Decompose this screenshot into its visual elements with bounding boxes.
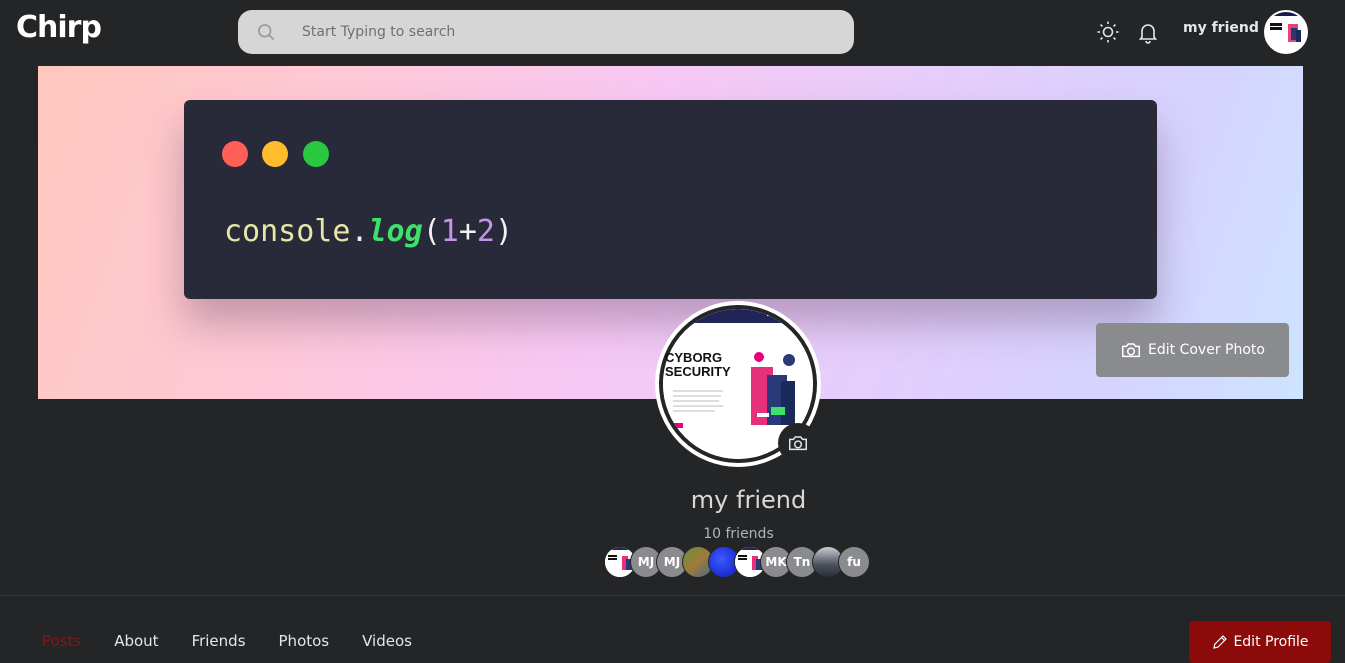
code-object: console	[224, 214, 351, 249]
friend-avatar[interactable]: fu	[838, 546, 870, 578]
search-input[interactable]	[302, 10, 832, 54]
search-bar[interactable]	[238, 10, 854, 54]
edit-cover-photo-button[interactable]: Edit Cover Photo	[1096, 323, 1289, 377]
code-open-paren: (	[422, 214, 441, 249]
code-window-image: console.log(1+2)	[184, 100, 1157, 299]
tab-videos[interactable]: Videos	[362, 632, 412, 650]
profile-picture-logo-text: CYBORG SECURITY	[665, 350, 731, 379]
code-plus: +	[458, 214, 477, 249]
edit-profile-label: Edit Profile	[1233, 634, 1309, 650]
code-number-2: 2	[476, 214, 495, 249]
camera-icon	[1122, 343, 1140, 358]
profile-name: my friend	[690, 486, 807, 514]
camera-icon	[789, 436, 807, 451]
avatar-image	[1266, 12, 1306, 52]
sun-icon[interactable]	[1096, 20, 1120, 44]
code-method: log	[368, 214, 423, 249]
edit-cover-photo-label: Edit Cover Photo	[1148, 342, 1265, 358]
current-user-name[interactable]: my friend	[1183, 20, 1259, 36]
search-icon	[258, 24, 275, 41]
bell-icon[interactable]	[1136, 20, 1160, 44]
window-close-dot	[222, 141, 248, 167]
tab-about[interactable]: About	[114, 632, 158, 650]
app-logo[interactable]: Chirp	[16, 10, 102, 45]
tab-photos[interactable]: Photos	[279, 632, 330, 650]
section-divider	[0, 595, 1345, 596]
code-number-1: 1	[440, 214, 459, 249]
current-user-avatar[interactable]	[1264, 10, 1308, 54]
window-minimize-dot	[262, 141, 288, 167]
code-line: console.log(1+2)	[224, 214, 513, 249]
pencil-icon	[1213, 635, 1228, 649]
code-dot: .	[350, 214, 369, 249]
tab-friends[interactable]: Friends	[192, 632, 246, 650]
profile-tabs: Posts About Friends Photos Videos	[42, 632, 412, 650]
friend-count[interactable]: 10 friends	[0, 526, 1345, 542]
edit-profile-button[interactable]: Edit Profile	[1189, 621, 1331, 663]
top-navbar: Chirp my friend	[0, 0, 1345, 62]
window-maximize-dot	[303, 141, 329, 167]
tab-posts[interactable]: Posts	[42, 632, 81, 650]
code-close-paren: )	[494, 214, 513, 249]
change-profile-picture-button[interactable]	[778, 423, 818, 463]
